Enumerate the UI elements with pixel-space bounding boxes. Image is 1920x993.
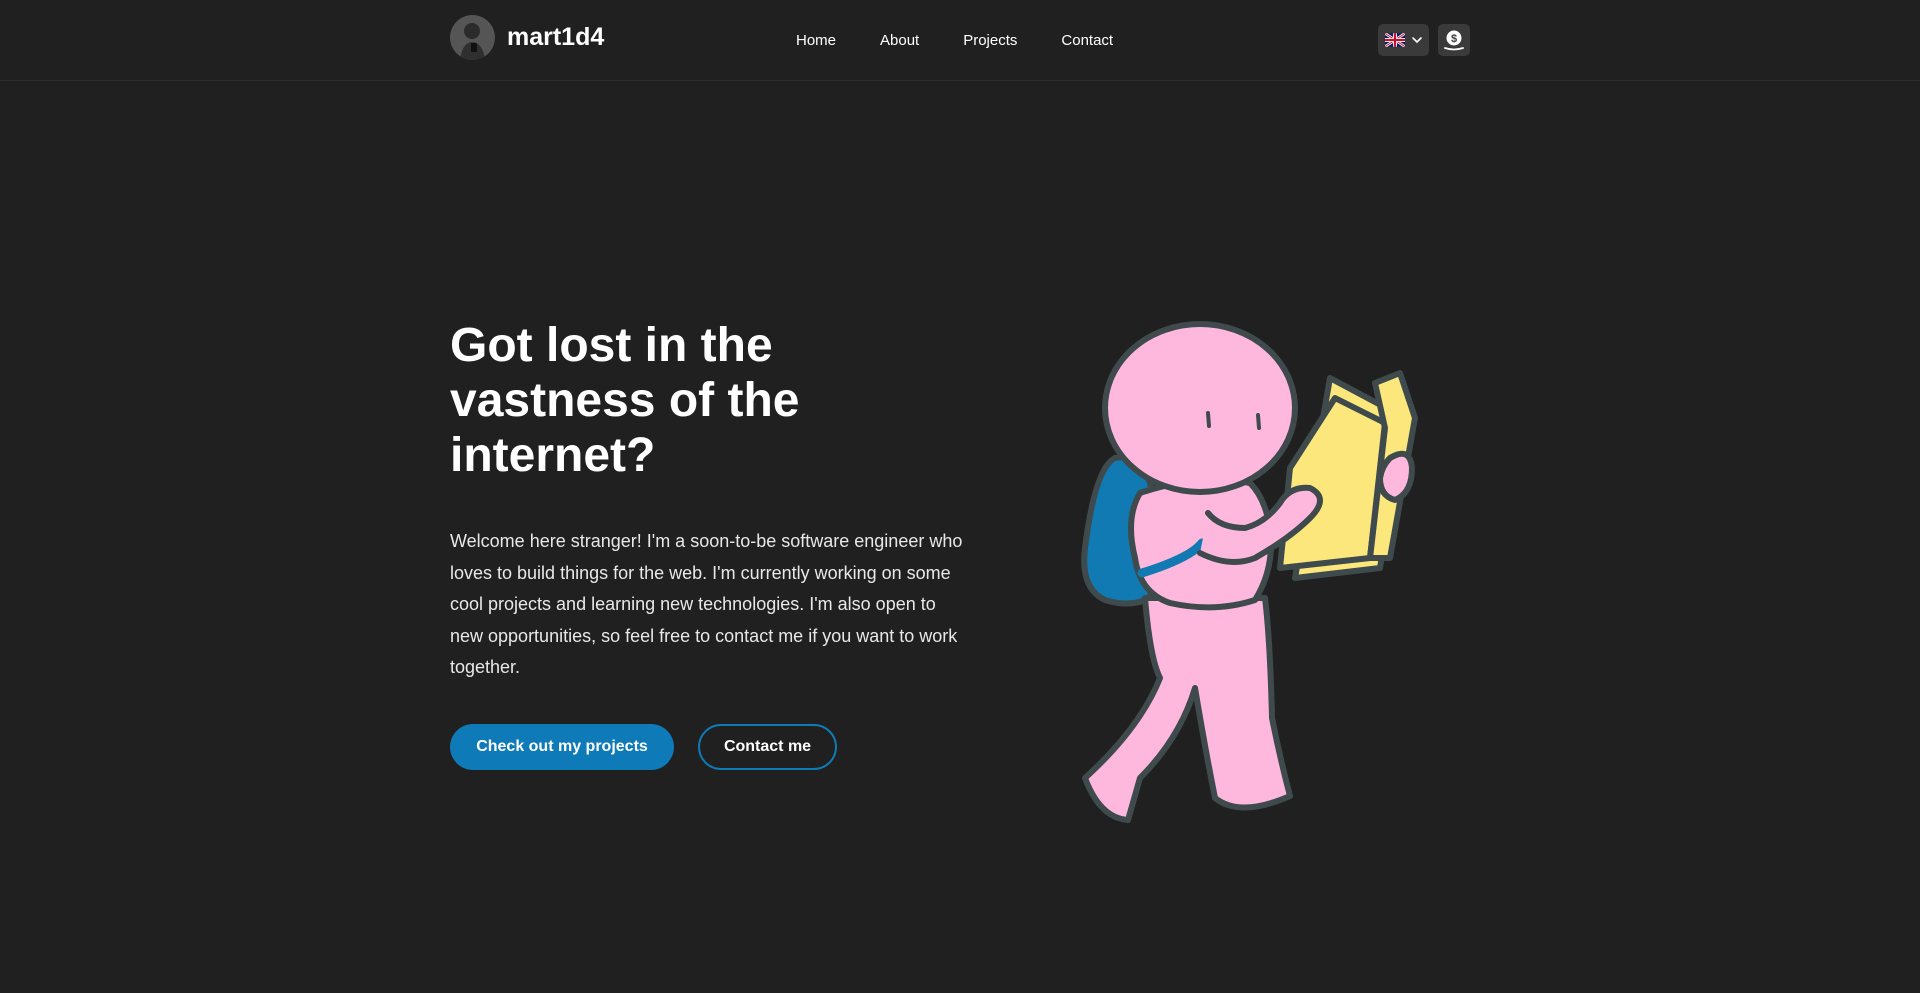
head-icon xyxy=(1102,321,1298,495)
eye-left-icon xyxy=(1206,411,1211,428)
hero-title: Got lost in the vastness of the internet… xyxy=(450,319,800,482)
uk-flag-icon xyxy=(1384,33,1405,47)
projects-button[interactable]: Check out my projects xyxy=(450,724,674,770)
eye-right-icon xyxy=(1256,413,1261,430)
nav-link-contact[interactable]: Contact xyxy=(1039,24,1135,57)
nav-link-about[interactable]: About xyxy=(858,24,941,57)
nav-link-projects[interactable]: Projects xyxy=(941,24,1039,57)
nav-links: Home About Projects Contact xyxy=(774,0,1135,81)
hero-description: Welcome here stranger! I'm a soon-to-be … xyxy=(450,531,963,677)
nav-link-home[interactable]: Home xyxy=(774,24,858,57)
contact-button[interactable]: Contact me xyxy=(698,724,837,770)
svg-text:$: $ xyxy=(1451,33,1457,45)
language-select[interactable] xyxy=(1378,24,1429,56)
theme-toggle-button[interactable]: $ xyxy=(1438,24,1470,56)
brand-name: mart1d4 xyxy=(507,23,605,51)
lost-character-illustration xyxy=(1081,321,1418,823)
brand-link[interactable]: mart1d4 xyxy=(450,15,604,60)
avatar xyxy=(450,15,495,60)
avatar-photo-icon xyxy=(450,15,495,60)
legs-icon xyxy=(1082,595,1293,823)
navbar: mart1d4 Home About Projects Contact $ xyxy=(0,0,1920,81)
chevron-down-icon xyxy=(1411,37,1422,43)
coin-theme-icon: $ xyxy=(1444,30,1464,51)
